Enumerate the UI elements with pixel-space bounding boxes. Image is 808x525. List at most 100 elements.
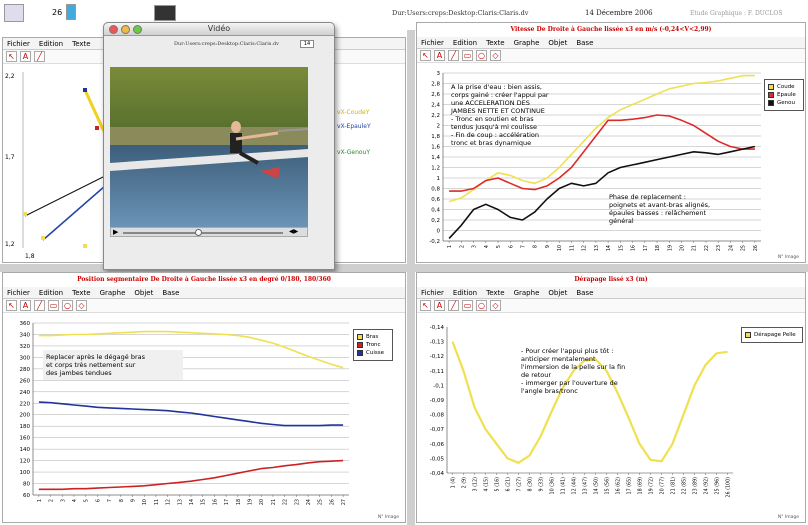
brand-label: Etude Graphique : F. DUCLOS bbox=[690, 10, 783, 17]
legend-swatch bbox=[357, 334, 363, 340]
x-tick-label: 5 (16) bbox=[495, 477, 501, 492]
scrubber-knob[interactable] bbox=[195, 229, 202, 236]
tool-bar: ↖ A ╱ ▭ ○ ◇ bbox=[417, 49, 805, 63]
video-titlebar[interactable]: Vidéo bbox=[104, 23, 334, 36]
menu-edition[interactable]: Edition bbox=[39, 289, 63, 297]
menu-fichier[interactable]: Fichier bbox=[421, 39, 444, 47]
menu-edition[interactable]: Edition bbox=[453, 39, 477, 47]
y-tick-label: 2 bbox=[437, 124, 441, 130]
poly-tool-icon[interactable]: ◇ bbox=[490, 50, 501, 61]
menu-edition[interactable]: Edition bbox=[39, 40, 63, 48]
y-tick-label: 340 bbox=[20, 332, 31, 338]
text-tool-icon[interactable]: A bbox=[434, 300, 445, 311]
menu-graphe[interactable]: Graphe bbox=[514, 289, 540, 297]
file-path: Dur:Users:creps:Desktop:Claris:Claris.dv bbox=[392, 9, 529, 17]
x-tick-label: 14 bbox=[189, 499, 195, 505]
menu-objet[interactable]: Objet bbox=[548, 39, 567, 47]
chart-icon[interactable] bbox=[154, 5, 176, 21]
x-tick-label: 13 bbox=[594, 245, 600, 251]
series-line bbox=[38, 459, 344, 491]
y-tick-label: 1,6 bbox=[431, 145, 440, 151]
oval-tool-icon[interactable]: ○ bbox=[476, 300, 487, 311]
line-tool-icon[interactable]: ╱ bbox=[448, 50, 459, 61]
video-frame bbox=[110, 67, 308, 227]
menu-base[interactable]: Base bbox=[576, 289, 593, 297]
arrow-tool-icon[interactable]: ↖ bbox=[420, 50, 431, 61]
y-tick-label: 2,2 bbox=[431, 113, 440, 119]
video-icon[interactable] bbox=[66, 4, 76, 20]
legend-swatch bbox=[745, 332, 751, 338]
text-tool-icon[interactable]: A bbox=[20, 300, 31, 311]
x-tick-label: 10 bbox=[142, 499, 148, 505]
x-tick-label: 6 (21) bbox=[506, 477, 512, 492]
y-tick-label: 240 bbox=[20, 390, 31, 396]
video-title: Vidéo bbox=[207, 24, 231, 33]
arrow-tool-icon[interactable]: ↖ bbox=[6, 51, 17, 62]
x-tick-label: 15 (56) bbox=[605, 477, 611, 495]
x-tick-label: 15 bbox=[618, 245, 624, 251]
x-tick: 1,8 bbox=[25, 253, 35, 260]
menu-texte[interactable]: Texte bbox=[486, 39, 504, 47]
y-tick-label: 2,4 bbox=[431, 103, 440, 109]
marker-point bbox=[95, 126, 99, 130]
frame-field[interactable]: 14 bbox=[300, 40, 314, 48]
x-tick-label: 19 bbox=[248, 499, 254, 505]
y-tick-label: -0,07 bbox=[430, 427, 445, 433]
position-chart: 6080100120140160180200220240260280300320… bbox=[20, 321, 349, 505]
y-tick-label: 2,6 bbox=[431, 92, 440, 98]
rect-tool-icon[interactable]: ▭ bbox=[462, 50, 473, 61]
legend-label: Genou bbox=[777, 100, 795, 106]
menu-texte[interactable]: Texte bbox=[486, 289, 504, 297]
menu-objet[interactable]: Objet bbox=[134, 289, 153, 297]
menu-fichier[interactable]: Fichier bbox=[7, 40, 30, 48]
text-tool-icon[interactable]: A bbox=[434, 50, 445, 61]
oval-tool-icon[interactable]: ○ bbox=[476, 50, 487, 61]
y-tick-label: 140 bbox=[20, 447, 31, 453]
x-tick-label: 4 bbox=[72, 499, 78, 502]
x-tick-label: 3 (12) bbox=[473, 477, 479, 492]
x-tick-label: 4 bbox=[484, 245, 490, 248]
scrubber-track[interactable] bbox=[123, 232, 283, 234]
step-icon[interactable]: ◀▶ bbox=[289, 228, 298, 235]
poly-tool-icon[interactable]: ◇ bbox=[76, 300, 87, 311]
menu-graphe[interactable]: Graphe bbox=[100, 289, 126, 297]
menu-edition[interactable]: Edition bbox=[453, 289, 477, 297]
x-tick-label: 20 bbox=[680, 245, 686, 251]
menu-objet[interactable]: Objet bbox=[548, 289, 567, 297]
x-tick-label: 14 (50) bbox=[594, 477, 600, 495]
x-tick-label: 19 (72) bbox=[649, 477, 655, 495]
x-tick-label: 17 (65) bbox=[627, 477, 633, 495]
line-tool-icon[interactable]: ╱ bbox=[34, 300, 45, 311]
annotation-prise: A la prise d'eau : bien assis, corps gai… bbox=[451, 83, 549, 147]
menu-bar: Fichier Edition Texte Graphe Objet Base bbox=[417, 37, 805, 49]
video-window[interactable]: Vidéo Dur:Users:creps:Desktop:Claris:Cla… bbox=[103, 22, 335, 270]
y-tick-label: 200 bbox=[20, 413, 31, 419]
video-path: Dur:Users:creps:Desktop:Claris:Claris.dv bbox=[174, 41, 279, 47]
y-tick-label: 280 bbox=[20, 367, 31, 373]
line-tool-icon[interactable]: ╱ bbox=[34, 51, 45, 62]
y-tick-label: 220 bbox=[20, 401, 31, 407]
menu-base[interactable]: Base bbox=[576, 39, 593, 47]
app-icon[interactable] bbox=[4, 4, 24, 22]
y-tick-label: -0,2 bbox=[429, 239, 440, 245]
line-tool-icon[interactable]: ╱ bbox=[448, 300, 459, 311]
menu-texte[interactable]: Texte bbox=[72, 40, 90, 48]
y-tick-label: 260 bbox=[20, 378, 31, 384]
poly-tool-icon[interactable]: ◇ bbox=[490, 300, 501, 311]
arrow-tool-icon[interactable]: ↖ bbox=[6, 300, 17, 311]
rect-tool-icon[interactable]: ▭ bbox=[462, 300, 473, 311]
y-tick: 1,2 bbox=[5, 241, 15, 248]
menu-fichier[interactable]: Fichier bbox=[7, 289, 30, 297]
arrow-tool-icon[interactable]: ↖ bbox=[420, 300, 431, 311]
y-tick-label: 0,4 bbox=[431, 208, 440, 214]
rect-tool-icon[interactable]: ▭ bbox=[48, 300, 59, 311]
menu-graphe[interactable]: Graphe bbox=[514, 39, 540, 47]
legend-swatch bbox=[768, 92, 774, 98]
text-tool-icon[interactable]: A bbox=[20, 51, 31, 62]
menu-fichier[interactable]: Fichier bbox=[421, 289, 444, 297]
oval-tool-icon[interactable]: ○ bbox=[62, 300, 73, 311]
play-icon[interactable]: ▶ bbox=[113, 228, 118, 236]
menu-texte[interactable]: Texte bbox=[72, 289, 90, 297]
series-label-coude: vX-CoudeY bbox=[337, 109, 370, 116]
menu-base[interactable]: Base bbox=[162, 289, 179, 297]
